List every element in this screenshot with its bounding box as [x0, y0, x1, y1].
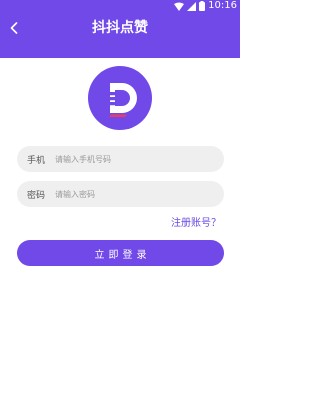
signal-icon — [187, 1, 197, 11]
status-bar: 10:16 — [0, 0, 240, 12]
login-button[interactable]: 立即登录 — [17, 240, 224, 266]
page-title: 抖抖点赞 — [92, 20, 148, 36]
battery-icon — [199, 1, 206, 11]
password-input[interactable] — [55, 181, 224, 207]
wifi-icon — [174, 2, 185, 11]
status-icons: 10:16 — [174, 0, 237, 12]
password-label: 密码 — [27, 190, 46, 201]
back-button[interactable] — [5, 17, 23, 39]
register-link[interactable]: 注册账号？ — [171, 217, 221, 231]
phone-label: 手机 — [27, 155, 46, 166]
nav-bar: 抖抖点赞 — [0, 12, 240, 44]
chevron-left-icon — [10, 22, 18, 34]
status-time: 10:16 — [208, 0, 237, 11]
phone-input[interactable] — [55, 146, 224, 172]
password-field: 密码 — [17, 181, 224, 207]
app-logo — [88, 66, 152, 130]
phone-field: 手机 — [17, 146, 224, 172]
app-header: 10:16 抖抖点赞 — [0, 0, 240, 58]
